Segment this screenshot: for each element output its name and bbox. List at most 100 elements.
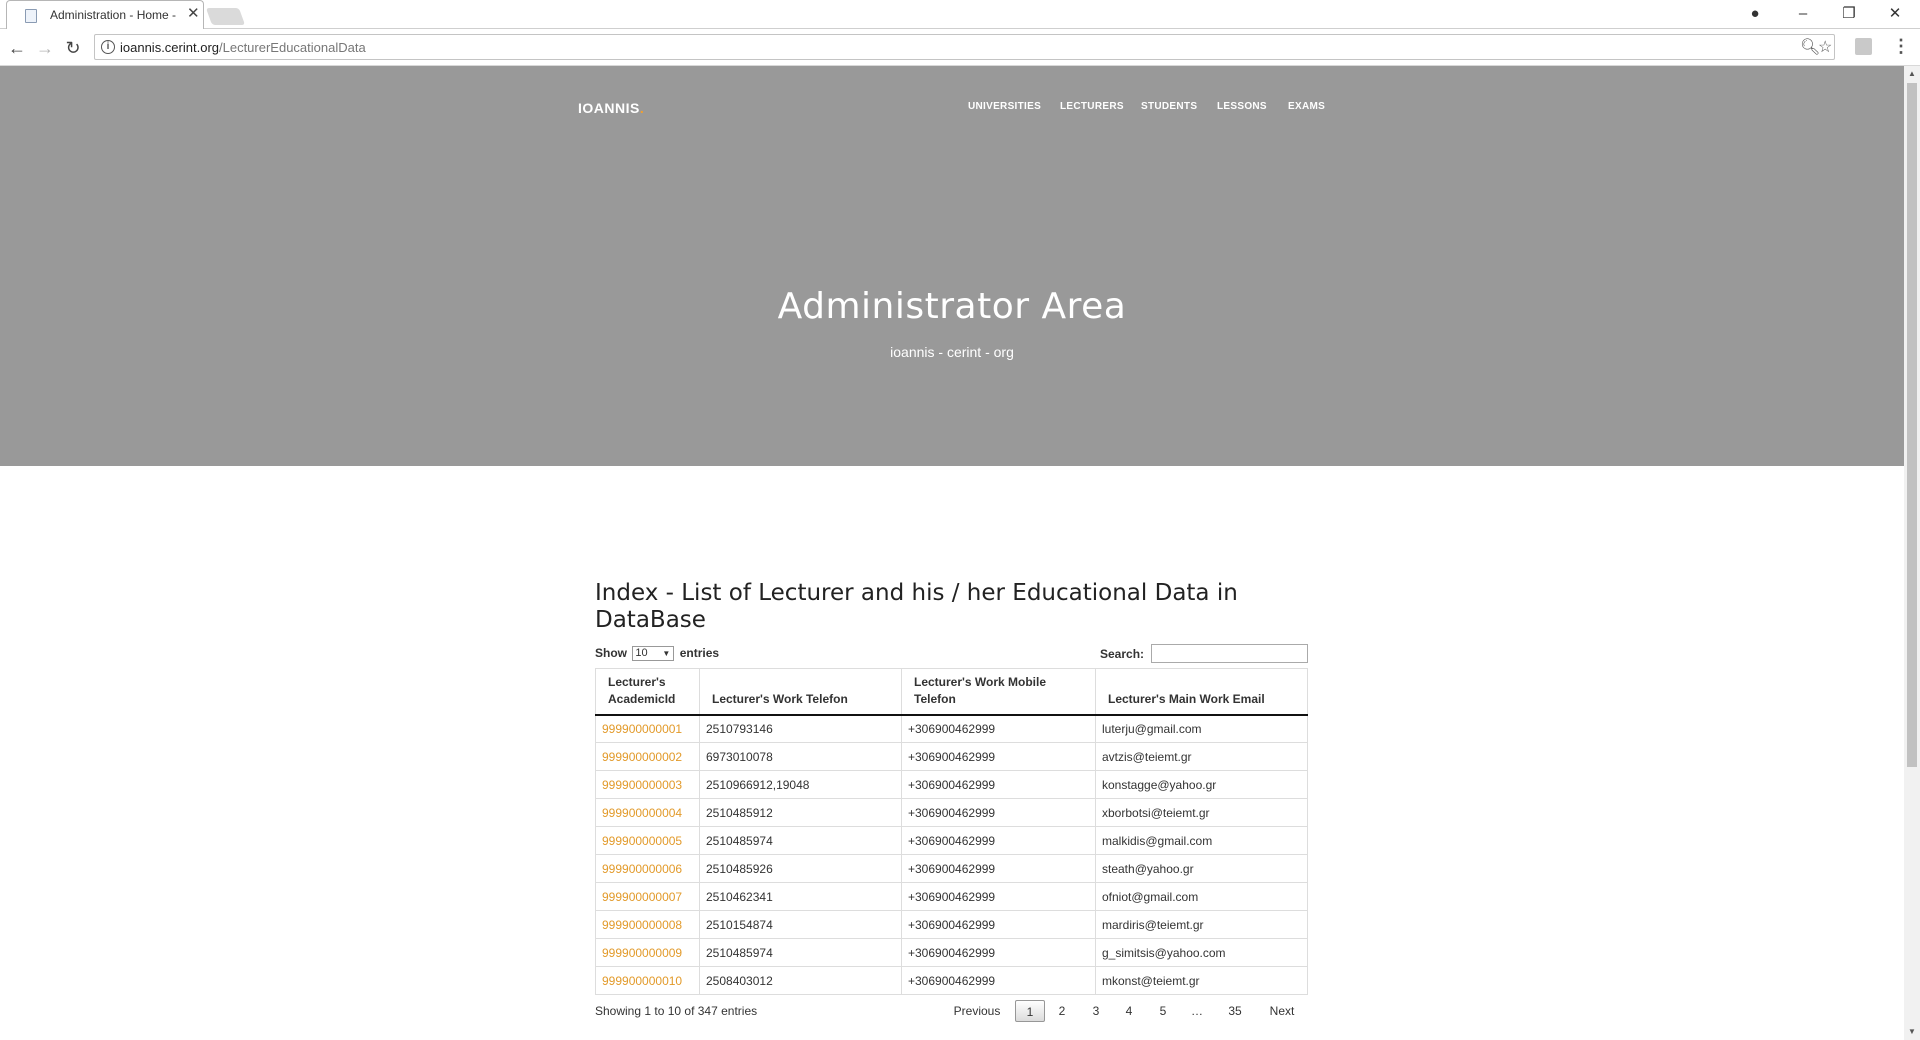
email-cell: avtzis@teiemt.gr — [1095, 742, 1308, 771]
work-telefon-cell: 2510154874 — [699, 910, 902, 939]
pagination-page-3[interactable]: 3 — [1084, 1000, 1108, 1022]
close-window-button[interactable]: ✕ — [1882, 4, 1908, 24]
page-title: Index - List of Lecturer and his / her E… — [595, 580, 1238, 633]
table-row: 999900000010 2508403012 +306900462999 mk… — [595, 966, 1308, 995]
reload-icon[interactable]: ↻ — [61, 36, 85, 60]
lecturers-table: Lecturer's AcademicId Lecturer's Work Te… — [595, 668, 1308, 995]
table-row: 999900000002 6973010078 +306900462999 av… — [595, 742, 1308, 771]
email-cell: mkonst@teiemt.gr — [1095, 966, 1308, 995]
column-header-email[interactable]: Lecturer's Main Work Email — [1095, 668, 1308, 716]
nav-universities[interactable]: UNIVERSITIES — [968, 101, 1041, 112]
profile-icon[interactable]: ● — [1742, 4, 1768, 24]
mobile-telefon-cell: +306900462999 — [901, 854, 1096, 883]
address-bar[interactable]: i ioannis.cerint.org/LecturerEducational… — [94, 34, 1835, 60]
academic-id-cell: 999900000001 — [595, 714, 700, 743]
url-host: ioannis.cerint.org — [120, 40, 219, 55]
work-telefon-cell: 2510485974 — [699, 938, 902, 967]
pagination-page-1[interactable]: 1 — [1015, 1000, 1045, 1022]
mobile-telefon-cell: +306900462999 — [901, 798, 1096, 827]
mobile-telefon-cell: +306900462999 — [901, 826, 1096, 855]
forward-arrow-icon[interactable]: → — [33, 36, 57, 60]
table-row: 999900000008 2510154874 +306900462999 ma… — [595, 910, 1308, 939]
academic-id-cell: 999900000010 — [595, 966, 700, 995]
column-header-academic-id[interactable]: Lecturer's AcademicId — [595, 668, 700, 716]
email-cell: luterju@gmail.com — [1095, 714, 1308, 743]
academic-id-link[interactable]: 999900000003 — [602, 778, 682, 792]
scroll-down-arrow-icon[interactable]: ▼ — [1908, 1027, 1916, 1036]
work-telefon-cell: 2510485926 — [699, 854, 902, 883]
academic-id-cell: 999900000004 — [595, 798, 700, 827]
scroll-up-arrow-icon[interactable]: ▲ — [1908, 69, 1916, 78]
academic-id-link[interactable]: 999900000007 — [602, 890, 682, 904]
search-label: Search: — [1100, 647, 1145, 661]
email-cell: konstagge@yahoo.gr — [1095, 770, 1308, 799]
academic-id-link[interactable]: 999900000002 — [602, 750, 682, 764]
work-telefon-cell: 2510462341 — [699, 882, 902, 911]
hero-title: Administrator Area — [777, 286, 1127, 327]
table-row: 999900000004 2510485912 +306900462999 xb… — [595, 798, 1308, 827]
academic-id-cell: 999900000005 — [595, 826, 700, 855]
email-cell: xborbotsi@teiemt.gr — [1095, 798, 1308, 827]
mobile-telefon-cell: +306900462999 — [901, 742, 1096, 771]
work-telefon-cell: 2510485974 — [699, 826, 902, 855]
academic-id-link[interactable]: 999900000008 — [602, 918, 682, 932]
page-scrollbar[interactable]: ▲ ▼ — [1904, 66, 1920, 1040]
academic-id-link[interactable]: 999900000006 — [602, 862, 682, 876]
academic-id-cell: 999900000002 — [595, 742, 700, 771]
brand-dot: . — [639, 100, 645, 116]
email-cell: ofniot@gmail.com — [1095, 882, 1308, 911]
column-header-work-telefon[interactable]: Lecturer's Work Telefon — [699, 668, 902, 716]
extension-icon[interactable] — [1855, 38, 1872, 55]
browser-tab[interactable]: Administration - Home - ✕ — [6, 0, 204, 29]
pagination-page-4[interactable]: 4 — [1117, 1000, 1141, 1022]
work-telefon-cell: 2510966912,19048 — [699, 770, 902, 799]
show-label: Show — [595, 646, 627, 660]
site-logo[interactable]: IOANNIS. — [578, 100, 644, 116]
search-input[interactable] — [1151, 644, 1308, 663]
academic-id-link[interactable]: 999900000001 — [602, 722, 682, 736]
nav-lecturers[interactable]: LECTURERS — [1060, 101, 1124, 112]
academic-id-link[interactable]: 999900000004 — [602, 806, 682, 820]
table-info: Showing 1 to 10 of 347 entries — [595, 1004, 758, 1018]
browser-toolbar: ← → ↻ i ioannis.cerint.org/LecturerEduca… — [0, 30, 1920, 66]
academic-id-link[interactable]: 999900000005 — [602, 834, 682, 848]
academic-id-link[interactable]: 999900000009 — [602, 946, 682, 960]
entries-length-control: Show 10 ▼ entries — [595, 646, 720, 662]
column-header-mobile-telefon[interactable]: Lecturer's Work Mobile Telefon — [901, 668, 1096, 716]
email-cell: g_simitsis@yahoo.com — [1095, 938, 1308, 967]
entries-label: entries — [679, 646, 720, 660]
mobile-telefon-cell: +306900462999 — [901, 938, 1096, 967]
pagination-page-5[interactable]: 5 — [1151, 1000, 1175, 1022]
academic-id-cell: 999900000008 — [595, 910, 700, 939]
nav-lessons[interactable]: LESSONS — [1217, 101, 1267, 112]
url-path: /LecturerEducationalData — [219, 40, 366, 55]
pagination-next[interactable]: Next — [1260, 1000, 1304, 1022]
mobile-telefon-cell: +306900462999 — [901, 910, 1096, 939]
nav-students[interactable]: STUDENTS — [1141, 101, 1197, 112]
mobile-telefon-cell: +306900462999 — [901, 770, 1096, 799]
info-icon[interactable]: i — [101, 40, 115, 54]
academic-id-cell: 999900000003 — [595, 770, 700, 799]
url-text: ioannis.cerint.org/LecturerEducationalDa… — [120, 40, 366, 55]
mobile-telefon-cell: +306900462999 — [901, 882, 1096, 911]
academic-id-link[interactable]: 999900000010 — [602, 974, 682, 988]
restore-button[interactable]: ❐ — [1836, 4, 1862, 24]
table-row: 999900000005 2510485974 +306900462999 ma… — [595, 826, 1308, 855]
table-header-row: Lecturer's AcademicId Lecturer's Work Te… — [595, 668, 1308, 716]
nav-exams[interactable]: EXAMS — [1288, 101, 1325, 112]
academic-id-cell: 999900000007 — [595, 882, 700, 911]
table-row: 999900000009 2510485974 +306900462999 g_… — [595, 938, 1308, 967]
browser-menu-icon[interactable]: ⋮ — [1892, 36, 1910, 57]
entries-length-select[interactable]: 10 ▼ — [632, 646, 675, 662]
pagination-page-2[interactable]: 2 — [1050, 1000, 1074, 1022]
pagination-page-35[interactable]: 35 — [1220, 1000, 1250, 1022]
tab-title: Administration - Home - — [50, 8, 177, 22]
back-arrow-icon[interactable]: ← — [5, 36, 29, 60]
minimize-button[interactable]: – — [1790, 4, 1816, 24]
hero-header: IOANNIS. UNIVERSITIES LECTURERS STUDENTS… — [0, 66, 1904, 466]
new-tab-button[interactable] — [205, 8, 246, 25]
bookmark-star-icon[interactable]: ☆ — [1818, 37, 1832, 57]
close-tab-icon[interactable]: ✕ — [187, 6, 200, 22]
pagination-previous[interactable]: Previous — [944, 1000, 1010, 1022]
scrollbar-thumb[interactable] — [1907, 83, 1917, 767]
